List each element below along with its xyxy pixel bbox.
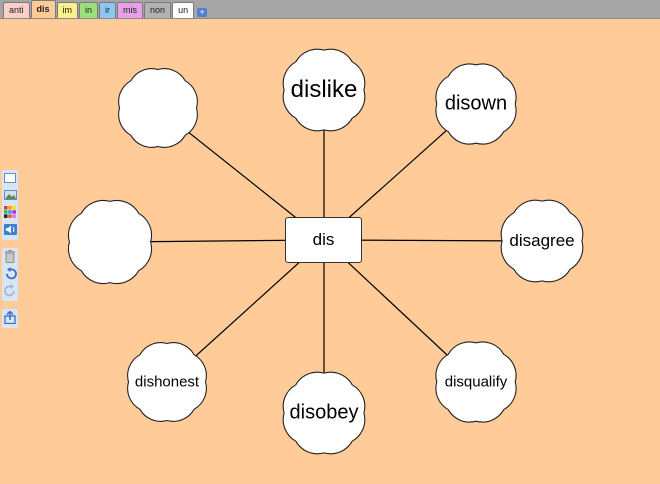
cloud-word[interactable]: disown (445, 93, 507, 116)
cloud-shape[interactable] (67, 199, 153, 285)
cloud-word[interactable]: disobey (290, 402, 359, 425)
center-word: dis (312, 230, 335, 249)
cloud-word[interactable]: dishonest (135, 374, 199, 391)
cloud-word[interactable]: dislike (291, 76, 358, 104)
cloud-word[interactable]: disqualify (445, 374, 508, 391)
cloud-word[interactable]: disagree (509, 231, 574, 251)
cloud-shape[interactable] (118, 68, 198, 148)
center-word-box[interactable]: dis (285, 217, 362, 263)
